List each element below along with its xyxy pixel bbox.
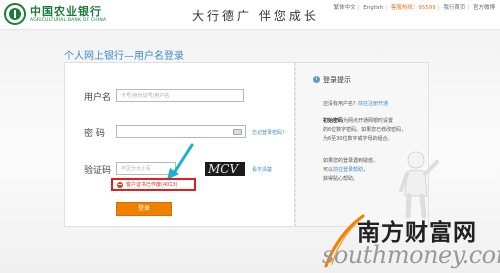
tip-line-4: 为6至30位数字或字母的组合。 [323, 136, 393, 142]
info-icon: i [313, 76, 320, 83]
password-label: 密 码 [84, 129, 105, 139]
tip-line-3: 的6位数字密码。如果您已修改密码， [323, 127, 407, 133]
nav-traditional-chinese[interactable]: 繁体中文 [334, 5, 356, 11]
tip-line-7: 获得贴心帮助。 [323, 176, 359, 182]
error-message: 客户证书已作废(4013) [111, 178, 196, 191]
header: 中国农业银行 AGRICULTURAL BANK OF CHINA 大行德广 伴… [0, 0, 500, 30]
keyboard-icon[interactable] [233, 129, 242, 135]
username-input[interactable]: 卡号/身份证号/用户名 [116, 89, 244, 102]
login-help-link[interactable]: 前往登录帮助 [333, 167, 363, 173]
login-button[interactable]: 登录 [116, 202, 172, 216]
forgot-password-link[interactable]: 忘记登录密码？ [252, 129, 287, 136]
tip-register: 还没有用户名？前往注册开通 [323, 101, 389, 107]
bank-name-cn: 中国农业银行 [30, 5, 102, 18]
error-icon [117, 181, 123, 188]
username-label: 用户名 [84, 93, 112, 103]
captcha-refresh-link[interactable]: 看不清楚 [252, 166, 272, 173]
nav-weibo[interactable]: 官方微博 [473, 5, 495, 11]
nav-hotline: 客服热线：95599 [390, 5, 436, 11]
tip-help: 可以前往登录帮助， [323, 167, 369, 173]
captcha-image[interactable]: MCV [205, 162, 245, 176]
person-illustration-icon [399, 151, 439, 219]
page-title: 个人网上银行—用户名登录 [64, 51, 184, 62]
captcha-label: 验证码 [84, 166, 112, 176]
top-nav: 繁体中文 | English | 客服热线：95599 | 我行首页 | 官方微博 [333, 5, 495, 11]
tip-line-5: 如果您的登录遇到疑惑， [323, 158, 379, 164]
annotation-arrow-icon [167, 143, 194, 180]
watermark-en: southmoney.com [322, 241, 500, 269]
nav-english[interactable]: English [363, 5, 383, 11]
tip-initial-password: 初始密码为网点开通网银时设置 [323, 118, 394, 124]
error-text: 客户证书已作废(4013) [126, 182, 178, 188]
password-input[interactable] [116, 125, 246, 138]
register-link[interactable]: 前往注册开通 [358, 101, 388, 107]
captcha-text: MCV [208, 162, 239, 176]
bank-name-en: AGRICULTURAL BANK OF CHINA [30, 18, 107, 23]
nav-home[interactable]: 我行首页 [443, 5, 465, 11]
abc-logo-icon[interactable] [4, 3, 26, 25]
tips-heading: 登录提示 [323, 76, 351, 84]
slogan: 大行德广 伴您成长 [192, 9, 319, 23]
